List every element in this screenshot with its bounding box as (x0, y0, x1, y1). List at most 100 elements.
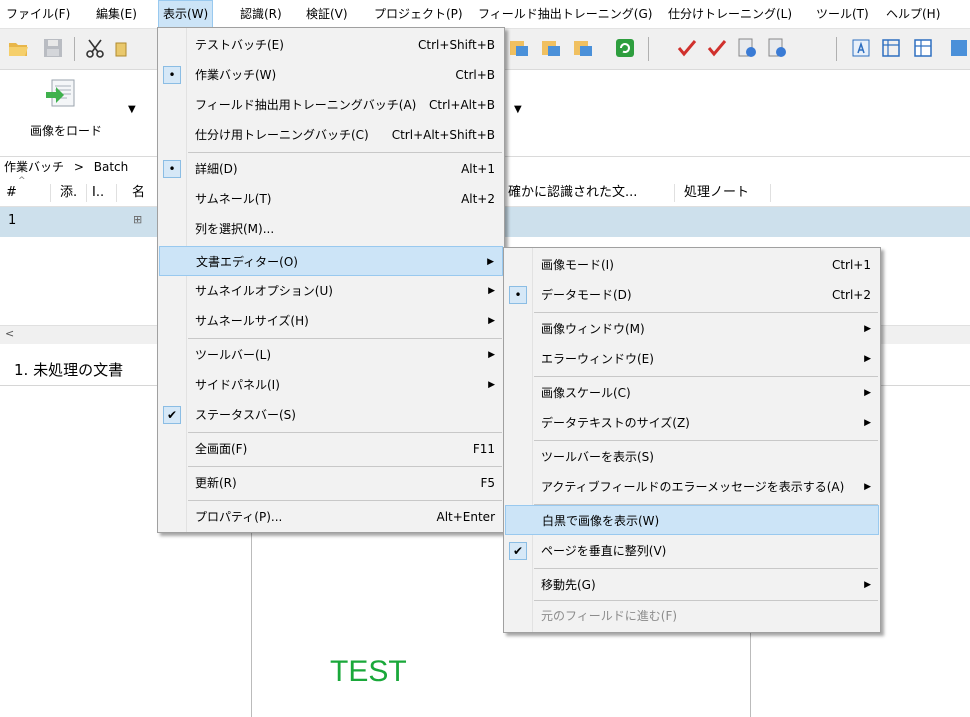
menu-classification-training[interactable]: 仕分けトレーニング(L) (664, 0, 796, 28)
menu-separator (188, 152, 502, 153)
menu-item-label: 作業バッチ(W) (195, 68, 277, 82)
menu-item-classification-training-batch[interactable]: 仕分け用トレーニングバッチ(C) Ctrl+Alt+Shift+B (159, 120, 503, 150)
batch-icon-2[interactable] (540, 37, 562, 59)
menu-item-image-scale[interactable]: 画像スケール(C) ▶ (505, 378, 879, 408)
menu-item-align-pages-vertically[interactable]: ✔ ページを垂直に整列(V) (505, 536, 879, 566)
menu-item-go-to-original-field[interactable]: 元のフィールドに進む(F) (505, 601, 879, 631)
breadcrumb: 作業バッチ > Batch (0, 156, 164, 178)
open-folder-icon[interactable] (8, 37, 30, 59)
menu-field-extraction-training[interactable]: フィールド抽出トレーニング(G) (474, 0, 656, 28)
table-icon[interactable] (912, 37, 934, 59)
menu-help[interactable]: ヘルプ(H) (882, 0, 944, 28)
tab-unprocessed[interactable]: 1. 未処理の文書 (14, 359, 123, 380)
check-red-icon[interactable] (676, 37, 698, 59)
view-menu: テストバッチ(E) Ctrl+Shift+B • 作業バッチ(W) Ctrl+B… (157, 27, 505, 533)
menu-item-shortcut: Ctrl+1 (831, 258, 871, 272)
menu-separator (534, 312, 878, 313)
menu-item-shortcut: Alt+Enter (436, 510, 495, 524)
menu-project[interactable]: プロジェクト(P) (370, 0, 467, 28)
region-icon[interactable] (880, 37, 902, 59)
column-recognized-text[interactable]: 確かに認識された文... (508, 180, 637, 206)
column-number[interactable]: # (6, 180, 17, 206)
breadcrumb-root[interactable]: 作業バッチ (4, 160, 64, 174)
menu-item-label: 詳細(D) (195, 162, 238, 176)
submenu-arrow-icon: ▶ (864, 418, 871, 428)
column-divider[interactable] (116, 184, 117, 202)
menu-item-full-screen[interactable]: 全画面(F) F11 (159, 434, 503, 464)
submenu-arrow-icon: ▶ (864, 354, 871, 364)
column-name[interactable]: 名 (132, 180, 145, 206)
menu-item-error-window[interactable]: エラーウィンドウ(E) ▶ (505, 344, 879, 374)
menu-view[interactable]: 表示(W) (158, 0, 214, 28)
menu-item-field-training-batch[interactable]: フィールド抽出用トレーニングバッチ(A) Ctrl+Alt+B (159, 90, 503, 120)
breadcrumb-current[interactable]: Batch (94, 160, 129, 174)
menu-item-select-columns[interactable]: 列を選択(M)... (159, 214, 503, 244)
menu-item-properties[interactable]: プロパティ(P)... Alt+Enter (159, 502, 503, 532)
menu-item-work-batch[interactable]: • 作業バッチ(W) Ctrl+B (159, 60, 503, 90)
batch-icon-3[interactable] (572, 37, 594, 59)
submenu-arrow-icon: ▶ (864, 324, 871, 334)
scroll-left-icon[interactable]: < (5, 327, 14, 340)
menu-item-label: 白黒で画像を表示(W) (542, 514, 660, 528)
menu-item-thumbnails[interactable]: サムネール(T) Alt+2 (159, 184, 503, 214)
menu-item-side-panel[interactable]: サイドパネル(I) ▶ (159, 370, 503, 400)
menu-item-test-batch[interactable]: テストバッチ(E) Ctrl+Shift+B (159, 30, 503, 60)
refresh-icon[interactable] (614, 37, 636, 59)
menu-item-show-image-bw[interactable]: 白黒で画像を表示(W) (505, 505, 879, 535)
menu-verify[interactable]: 検証(V) (302, 0, 352, 28)
menu-item-details[interactable]: • 詳細(D) Alt+1 (159, 154, 503, 184)
menu-item-label: サムネイルオプション(U) (195, 284, 333, 298)
check-red-icon[interactable] (706, 37, 728, 59)
menu-item-refresh[interactable]: 更新(R) F5 (159, 468, 503, 498)
menu-item-label: テストバッチ(E) (195, 38, 284, 52)
column-processing-notes[interactable]: 処理ノート (684, 180, 749, 206)
menu-item-document-editor[interactable]: 文書エディター(O) ▶ (159, 246, 503, 276)
column-image[interactable]: I.. (92, 180, 104, 206)
save-icon[interactable] (42, 37, 64, 59)
document-export-icon[interactable] (766, 37, 788, 59)
load-image-label[interactable]: 画像をロード (30, 122, 102, 139)
menu-item-go-to[interactable]: 移動先(G) ▶ (505, 570, 879, 600)
copy-icon[interactable] (112, 37, 134, 59)
menu-item-toolbars[interactable]: ツールバー(L) ▶ (159, 340, 503, 370)
menu-item-status-bar[interactable]: ✔ ステータスバー(S) (159, 400, 503, 430)
load-image-icon[interactable] (44, 78, 78, 110)
chevron-down-icon[interactable]: ▼ (514, 104, 522, 115)
column-divider[interactable] (770, 184, 771, 202)
text-field-icon[interactable] (850, 37, 872, 59)
column-divider[interactable] (86, 184, 87, 202)
menu-item-shortcut: Ctrl+Alt+Shift+B (391, 128, 495, 142)
menu-item-thumbnail-size[interactable]: サムネールサイズ(H) ▶ (159, 306, 503, 336)
menu-item-data-mode[interactable]: • データモード(D) Ctrl+2 (505, 280, 879, 310)
menu-separator (188, 500, 502, 501)
menu-edit[interactable]: 編集(E) (92, 0, 141, 28)
menu-item-image-window[interactable]: 画像ウィンドウ(M) ▶ (505, 314, 879, 344)
menu-item-label: 仕分け用トレーニングバッチ(C) (195, 128, 369, 142)
menu-separator (534, 440, 878, 441)
checkmark-icon: ✔ (509, 542, 527, 560)
chevron-down-icon[interactable]: ▼ (128, 104, 136, 115)
document-editor-submenu: 画像モード(I) Ctrl+1 • データモード(D) Ctrl+2 画像ウィン… (503, 247, 881, 633)
menu-file[interactable]: ファイル(F) (2, 0, 74, 28)
submenu-arrow-icon: ▶ (488, 286, 495, 296)
cut-icon[interactable] (84, 37, 106, 59)
menu-item-shortcut: Alt+1 (461, 162, 495, 176)
menu-item-image-mode[interactable]: 画像モード(I) Ctrl+1 (505, 250, 879, 280)
menu-item-thumbnail-options[interactable]: サムネイルオプション(U) ▶ (159, 276, 503, 306)
submenu-arrow-icon: ▶ (864, 482, 871, 492)
column-attachments[interactable]: 添. (60, 180, 77, 206)
menu-recognize[interactable]: 認識(R) (236, 0, 286, 28)
batch-icon-1[interactable] (508, 37, 530, 59)
menu-item-data-text-size[interactable]: データテキストのサイズ(Z) ▶ (505, 408, 879, 438)
column-divider[interactable] (674, 184, 675, 202)
menu-item-show-toolbar[interactable]: ツールバーを表示(S) (505, 442, 879, 472)
menu-item-show-active-field-error[interactable]: アクティブフィールドのエラーメッセージを表示する(A) ▶ (505, 472, 879, 502)
menu-tools[interactable]: ツール(T) (812, 0, 873, 28)
expand-icon[interactable]: ⊞ (133, 213, 142, 226)
menu-item-label: ページを垂直に整列(V) (541, 544, 667, 558)
column-divider[interactable] (50, 184, 51, 202)
region-icon[interactable] (948, 37, 970, 59)
menu-item-label: 全画面(F) (195, 442, 248, 456)
document-export-icon[interactable] (736, 37, 758, 59)
menu-item-label: プロパティ(P)... (195, 510, 283, 524)
